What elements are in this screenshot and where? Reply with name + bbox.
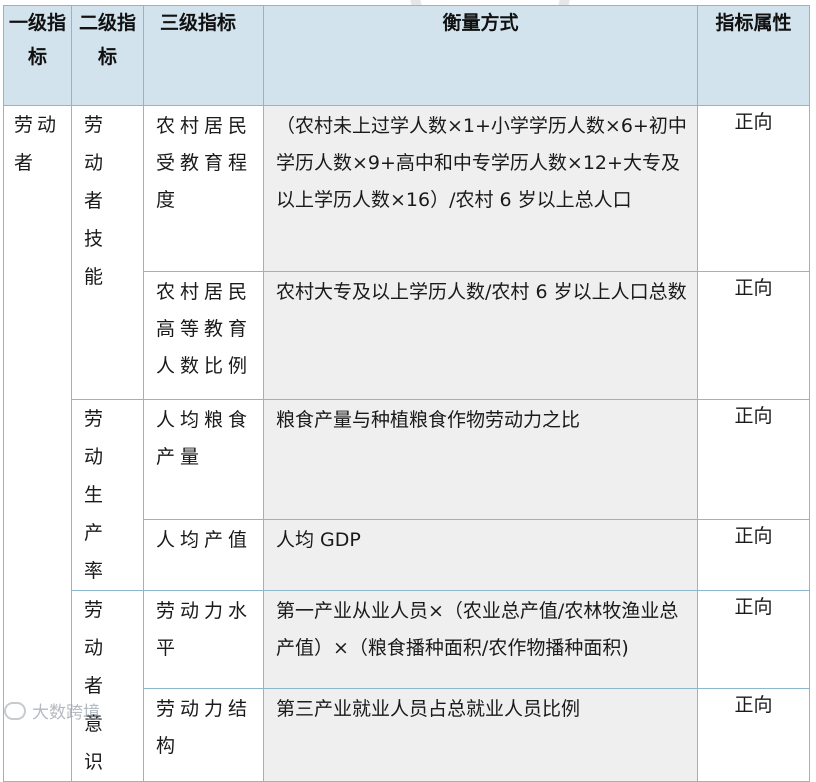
level3-cell: 劳动力结构 (143, 687, 264, 782)
level1-cell: 劳动者 (3, 105, 72, 782)
table-row: 劳动者意识 劳动力水平 第一产业从业人员×（农业总产值/农林牧渔业总产值）×（粮… (4, 590, 810, 782)
measure-cell: 第三产业就业人员占总就业人员比例 (263, 687, 698, 782)
attribute-cell: 正向 (697, 105, 810, 272)
measure-cell: 人均 GDP (263, 519, 698, 591)
table-header-row: 一级指标 二级指标 三级指标 衡量方式 指标属性 (3, 5, 810, 106)
level3-cell: 人均产值 (143, 519, 264, 591)
level2-cell: 劳动者意识 (71, 590, 144, 782)
watermark: 大数跨境 (4, 698, 100, 723)
header-level2: 二级指标 (71, 5, 144, 106)
attribute-cell: 正向 (697, 519, 810, 591)
watermark-logo-icon (4, 701, 26, 720)
measure-cell: （农村未上过学人数×1+小学学历人数×6+初中学历人数×9+高中和中专学历人数×… (263, 105, 698, 272)
level3-cell: 农村居民受教育程度 (143, 105, 264, 272)
measure-cell: 农村大专及以上学历人数/农村 6 岁以上人口总数 (263, 271, 698, 400)
level3-cell: 农村居民高等教育人数比例 (143, 271, 264, 400)
watermark-text: 大数跨境 (32, 703, 100, 723)
level3-cell: 劳动力水平 (143, 590, 264, 689)
indicator-table: 一级指标 二级指标 三级指标 衡量方式 指标属性 劳动者 劳动者技能 农村居民受… (3, 5, 810, 782)
header-level1: 一级指标 (3, 5, 72, 106)
level2-cell: 劳动生产率 (71, 399, 144, 591)
header-measure: 衡量方式 (263, 5, 698, 106)
header-attribute: 指标属性 (697, 5, 810, 106)
attribute-cell: 正向 (697, 687, 810, 782)
level3-cell: 人均粮食产量 (143, 398, 264, 521)
table-row: 劳动生产率 人均粮食产量 粮食产量与种植粮食作物劳动力之比 正向 (4, 398, 810, 591)
attribute-cell: 正向 (697, 590, 810, 689)
table-row: 劳动者 劳动者技能 农村居民受教育程度 （农村未上过学人数×1+小学学历人数×6… (3, 105, 810, 782)
attribute-cell: 正向 (697, 271, 810, 400)
header-level3: 三级指标 (143, 5, 264, 106)
level2-cell: 劳动者技能 (71, 105, 144, 400)
measure-cell: 第一产业从业人员×（农业总产值/农林牧渔业总产值）×（粮食播种面积/农作物播种面… (263, 590, 698, 689)
attribute-cell: 正向 (697, 398, 810, 521)
measure-cell: 粮食产量与种植粮食作物劳动力之比 (263, 398, 698, 521)
